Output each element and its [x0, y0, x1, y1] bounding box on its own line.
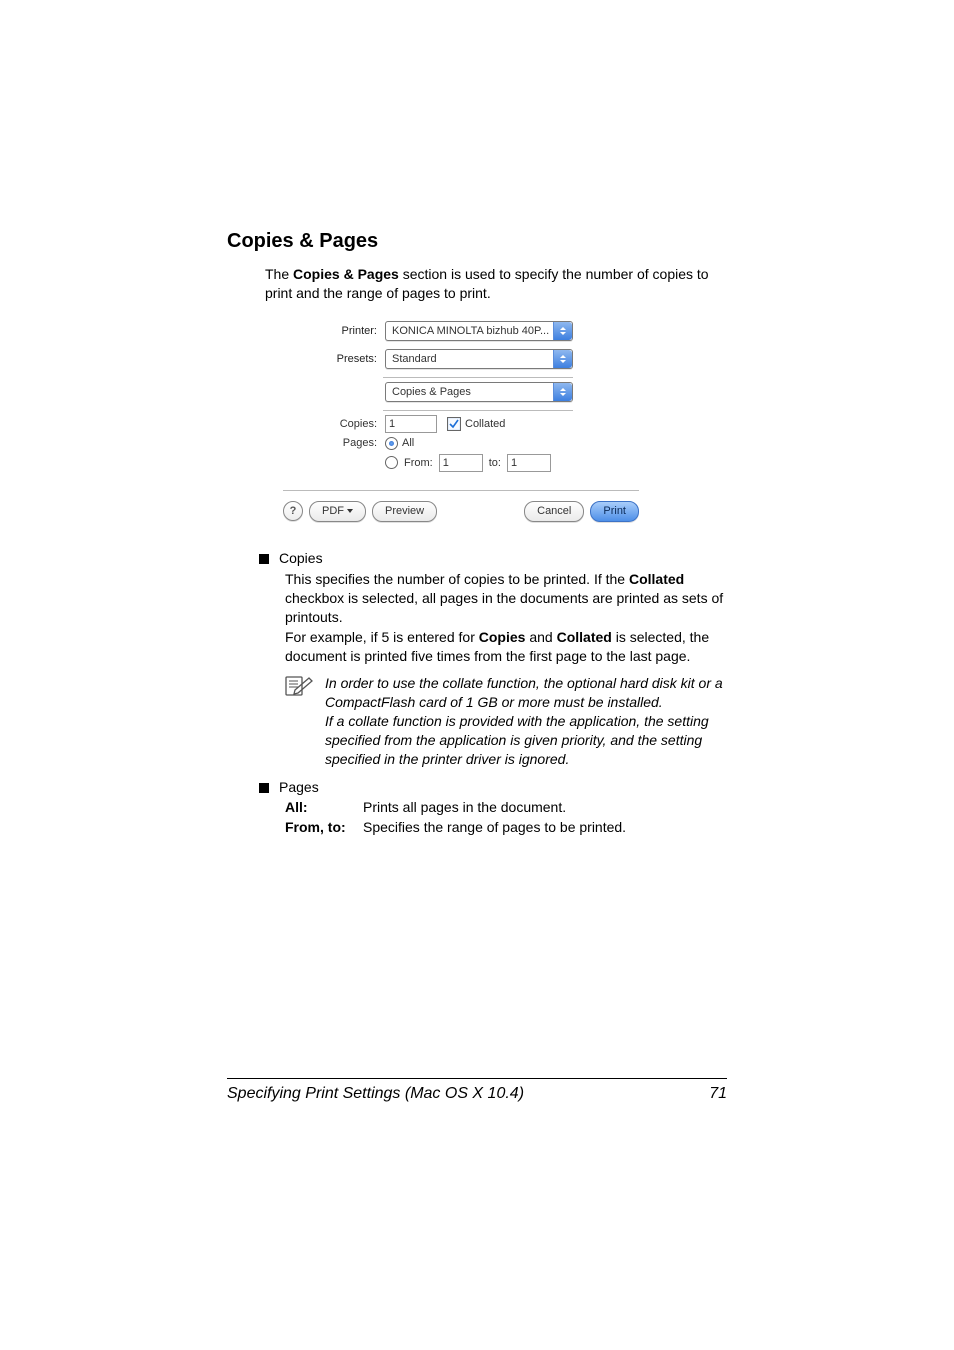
- help-button[interactable]: ?: [283, 501, 303, 521]
- pages-all-label: All: [402, 437, 414, 449]
- pages-definitions: All: Prints all pages in the document. F…: [285, 799, 727, 835]
- divider: [383, 410, 573, 411]
- collated-checkbox[interactable]: [447, 417, 461, 431]
- pdf-button[interactable]: PDF: [309, 501, 366, 522]
- pages-from-radio[interactable]: [385, 456, 398, 469]
- dropdown-arrows-icon: [553, 383, 572, 401]
- divider: [283, 490, 639, 491]
- square-bullet-icon: [259, 554, 269, 564]
- pages-all-radio[interactable]: [385, 437, 398, 450]
- copies-label: Copies:: [283, 418, 385, 430]
- note-icon: [285, 674, 319, 768]
- collated-label: Collated: [465, 418, 505, 430]
- note-block: In order to use the collate function, th…: [285, 674, 727, 768]
- cancel-button[interactable]: Cancel: [524, 501, 584, 522]
- presets-dropdown[interactable]: Standard: [385, 349, 573, 369]
- copies-description: This specifies the number of copies to b…: [285, 570, 727, 666]
- divider: [383, 377, 573, 378]
- intro-paragraph: The Copies & Pages section is used to sp…: [265, 265, 727, 303]
- bullet-copies: Copies: [259, 550, 727, 566]
- presets-label: Presets:: [283, 353, 385, 365]
- pane-value: Copies & Pages: [392, 386, 471, 398]
- footer-title: Specifying Print Settings (Mac OS X 10.4…: [227, 1085, 524, 1103]
- printer-dropdown[interactable]: KONICA MINOLTA bizhub 40P...: [385, 321, 573, 341]
- dropdown-arrows-icon: [553, 350, 572, 368]
- from-input[interactable]: 1: [439, 454, 483, 472]
- pane-dropdown[interactable]: Copies & Pages: [385, 382, 573, 402]
- from-label: From:: [404, 457, 433, 469]
- presets-value: Standard: [392, 353, 437, 365]
- page-number: 71: [709, 1085, 727, 1103]
- copies-input[interactable]: 1: [385, 415, 437, 433]
- print-button[interactable]: Print: [590, 501, 639, 522]
- to-input[interactable]: 1: [507, 454, 551, 472]
- section-heading: Copies & Pages: [227, 230, 727, 253]
- chevron-down-icon: [347, 509, 353, 513]
- print-dialog: Printer: KONICA MINOLTA bizhub 40P... Pr…: [283, 321, 639, 522]
- dropdown-arrows-icon: [553, 322, 572, 340]
- printer-value: KONICA MINOLTA bizhub 40P...: [392, 325, 549, 337]
- pages-label: Pages:: [283, 437, 385, 449]
- to-label: to:: [489, 457, 501, 469]
- square-bullet-icon: [259, 783, 269, 793]
- printer-label: Printer:: [283, 325, 385, 337]
- page-footer: Specifying Print Settings (Mac OS X 10.4…: [227, 1078, 727, 1103]
- bullet-pages: Pages: [259, 779, 727, 795]
- preview-button[interactable]: Preview: [372, 501, 437, 522]
